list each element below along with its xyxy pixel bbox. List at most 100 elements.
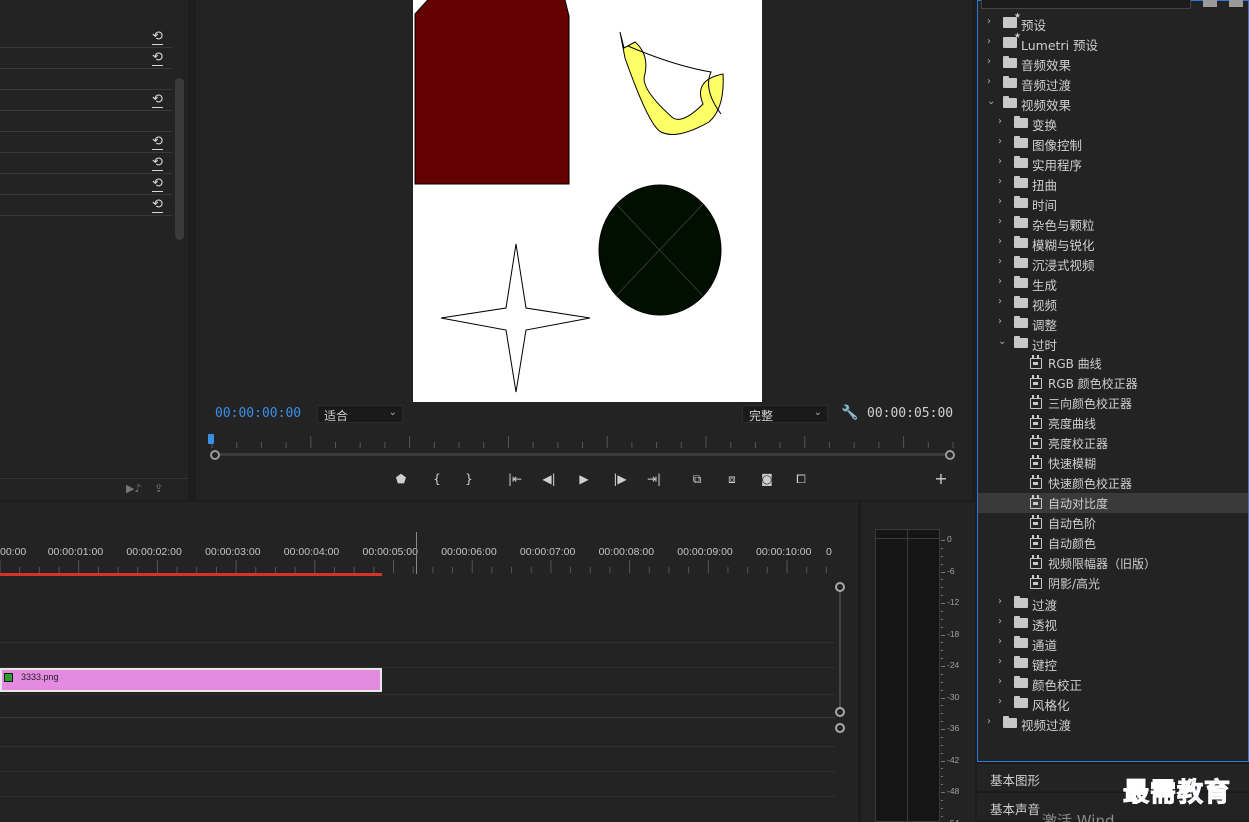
reset-parameter-icon[interactable]: ⟲	[151, 177, 164, 192]
mark-out-icon[interactable]: }	[458, 468, 480, 490]
chevron-right-icon[interactable]: ›	[987, 716, 997, 728]
playback-quality-select[interactable]: 完整 ⌄	[742, 405, 828, 423]
effect-item[interactable]: 三向颜色校正器	[978, 393, 1248, 413]
effects-folder-item[interactable]: › 透视	[978, 613, 1248, 633]
effect-property-row[interactable]: ⟲	[0, 28, 172, 48]
effects-folder-item[interactable]: › 扭曲	[978, 173, 1248, 193]
reset-parameter-icon[interactable]: ⟲	[151, 156, 164, 171]
effects-folder-item[interactable]: › 变换	[978, 113, 1248, 133]
go-to-out-icon[interactable]: ⇥|	[643, 468, 665, 490]
effect-item[interactable]: RGB 颜色校正器	[978, 373, 1248, 393]
mark-in-icon[interactable]: {	[426, 468, 448, 490]
step-back-icon[interactable]: ◀|	[538, 468, 560, 490]
new-bin-icon[interactable]	[1203, 0, 1217, 7]
timeline-playhead[interactable]	[416, 532, 417, 574]
effect-item[interactable]: 亮度曲线	[978, 413, 1248, 433]
chevron-right-icon[interactable]: ›	[987, 76, 997, 88]
effect-item[interactable]: 阴影/高光	[978, 573, 1248, 593]
effects-folder-item[interactable]: › 预设	[978, 11, 1248, 33]
chevron-right-icon[interactable]: ›	[998, 656, 1008, 668]
effects-folder-item[interactable]: › 音频效果	[978, 53, 1248, 73]
extract-icon[interactable]: ⧈	[721, 468, 743, 490]
zoom-level-select[interactable]: 适合 ⌄	[317, 405, 403, 423]
add-marker-icon[interactable]: ⬟	[390, 468, 412, 490]
add-button-icon[interactable]: +	[930, 468, 952, 490]
effects-folder-item[interactable]: › 图像控制	[978, 133, 1248, 153]
chevron-right-icon[interactable]: ›	[998, 276, 1008, 288]
reset-parameter-icon[interactable]: ⟲	[151, 93, 164, 108]
scroll-handle-top[interactable]	[835, 582, 845, 592]
effect-property-row[interactable]	[0, 112, 172, 132]
effects-folder-item[interactable]: › 生成	[978, 273, 1248, 293]
chevron-right-icon[interactable]: ›	[998, 616, 1008, 628]
reset-parameter-icon[interactable]: ⟲	[151, 30, 164, 45]
chevron-right-icon[interactable]: ›	[987, 56, 997, 68]
scroll-handle-top-2[interactable]	[835, 723, 845, 733]
effect-property-row[interactable]: ⟲	[0, 154, 172, 174]
effects-folder-item[interactable]: › 通道	[978, 633, 1248, 653]
monitor-zoom-scrollbar[interactable]	[210, 450, 955, 460]
go-to-in-icon[interactable]: |⇤	[504, 468, 526, 490]
timeline-vertical-scrollbar[interactable]	[835, 582, 845, 822]
effects-folder-item[interactable]: › 调整	[978, 313, 1248, 333]
chevron-right-icon[interactable]: ›	[998, 296, 1008, 308]
effects-folder-item[interactable]: ⌄ 视频效果	[978, 93, 1248, 113]
chevron-right-icon[interactable]: ›	[998, 176, 1008, 188]
reset-parameter-icon[interactable]: ⟲	[151, 198, 164, 213]
effects-folder-item[interactable]: › 杂色与颗粒	[978, 213, 1248, 233]
chevron-down-icon[interactable]: ⌄	[987, 96, 997, 108]
audio-only-icon[interactable]: ▶♪	[126, 482, 141, 495]
effect-property-row[interactable]: ⟲	[0, 196, 172, 216]
effect-property-row[interactable]: ⟲	[0, 49, 172, 69]
reset-parameter-icon[interactable]: ⟲	[151, 51, 164, 66]
effect-item[interactable]: RGB 曲线	[978, 353, 1248, 373]
step-forward-icon[interactable]: |▶	[609, 468, 631, 490]
effects-folder-item[interactable]: › Lumetri 预设	[978, 31, 1248, 53]
effect-property-row[interactable]: ⟲	[0, 175, 172, 195]
effects-folder-item[interactable]: › 颜色校正	[978, 673, 1248, 693]
effect-item[interactable]: 自动色阶	[978, 513, 1248, 533]
meter-peak-indicators[interactable]	[876, 530, 941, 539]
effects-folder-item[interactable]: › 过渡	[978, 593, 1248, 613]
effects-folder-item[interactable]: › 视频过渡	[978, 713, 1248, 733]
effects-folder-item[interactable]: ⌄ 过时	[978, 333, 1248, 353]
chevron-right-icon[interactable]: ›	[998, 256, 1008, 268]
delete-icon[interactable]	[1229, 0, 1243, 7]
effects-folder-item[interactable]: › 沉浸式视频	[978, 253, 1248, 273]
effect-item[interactable]: 快速模糊	[978, 453, 1248, 473]
effect-item[interactable]: 自动颜色	[978, 533, 1248, 553]
effect-controls-scrollbar[interactable]	[175, 78, 184, 240]
chevron-right-icon[interactable]: ›	[998, 156, 1008, 168]
effect-item[interactable]: 快速颜色校正器	[978, 473, 1248, 493]
comparison-view-icon[interactable]: ⧠	[790, 468, 812, 490]
current-timecode[interactable]: 00:00:00:00	[215, 406, 301, 421]
chevron-down-icon[interactable]: ⌄	[998, 336, 1008, 348]
chevron-right-icon[interactable]: ›	[987, 16, 997, 28]
effects-folder-item[interactable]: › 时间	[978, 193, 1248, 213]
effects-folder-item[interactable]: › 实用程序	[978, 153, 1248, 173]
effect-item[interactable]: 自动对比度	[978, 493, 1248, 513]
wrench-icon[interactable]: 🔧	[841, 405, 858, 421]
effects-search-input[interactable]	[981, 0, 1191, 9]
chevron-right-icon[interactable]: ›	[998, 116, 1008, 128]
monitor-time-ruler[interactable]	[210, 434, 955, 450]
zoom-end-handle[interactable]	[945, 450, 955, 460]
chevron-right-icon[interactable]: ›	[998, 236, 1008, 248]
work-area-bar[interactable]	[0, 573, 382, 576]
chevron-right-icon[interactable]: ›	[998, 696, 1008, 708]
effect-property-row[interactable]	[0, 70, 172, 90]
export-frame-icon[interactable]: ⇪	[154, 482, 163, 495]
timeline-ruler[interactable]: 00:00 00:00:01:00 00:00:02:00 00:00:03:00 00…	[0, 542, 835, 574]
effects-folder-item[interactable]: › 模糊与锐化	[978, 233, 1248, 253]
lift-icon[interactable]: ⧉	[686, 468, 708, 490]
effects-folder-item[interactable]: › 键控	[978, 653, 1248, 673]
chevron-right-icon[interactable]: ›	[998, 136, 1008, 148]
chevron-right-icon[interactable]: ›	[987, 36, 997, 48]
chevron-right-icon[interactable]: ›	[998, 196, 1008, 208]
chevron-right-icon[interactable]: ›	[998, 216, 1008, 228]
chevron-right-icon[interactable]: ›	[998, 596, 1008, 608]
effect-item[interactable]: 视频限幅器（旧版）	[978, 553, 1248, 573]
export-frame-camera-icon[interactable]: ◙	[756, 468, 778, 490]
effects-folder-item[interactable]: › 风格化	[978, 693, 1248, 713]
effect-item[interactable]: 亮度校正器	[978, 433, 1248, 453]
